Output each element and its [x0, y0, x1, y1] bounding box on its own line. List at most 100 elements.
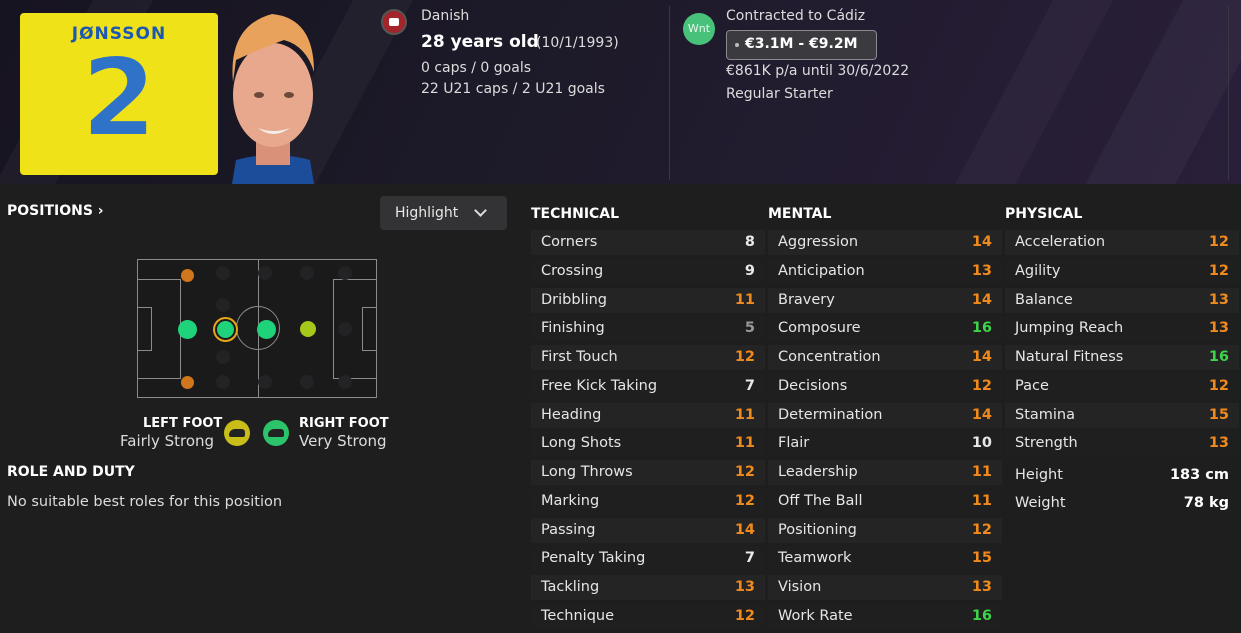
- attribute-name: Decisions: [778, 377, 848, 394]
- technical-attribute-row[interactable]: Heading 11: [531, 402, 765, 428]
- attribute-name: Tackling: [541, 579, 600, 595]
- physical-attribute-row[interactable]: Strength 13: [1005, 431, 1239, 457]
- technical-attribute-row[interactable]: Penalty Taking 7: [531, 546, 765, 572]
- technical-attribute-row[interactable]: Marking 12: [531, 488, 765, 514]
- position-mc[interactable]: [300, 321, 316, 337]
- attribute-value: 11: [971, 464, 992, 480]
- mental-attribute-row[interactable]: Off The Ball 11: [768, 488, 1002, 514]
- mental-attribute-row[interactable]: Flair 10: [768, 431, 1002, 457]
- value-range-tag[interactable]: €3.1M - €9.2M: [726, 30, 877, 60]
- mental-attribute-row[interactable]: Concentration 14: [768, 345, 1002, 370]
- mental-attribute-row[interactable]: Composure 16: [768, 316, 1002, 342]
- physical-attribute-row[interactable]: Agility 12: [1005, 258, 1239, 284]
- technical-attribute-row[interactable]: Dribbling 11: [531, 287, 765, 313]
- attribute-name: Long Shots: [541, 435, 622, 452]
- attribute-value: 13: [1208, 291, 1229, 308]
- attribute-value: 13: [971, 579, 992, 595]
- attribute-value: 13: [734, 579, 755, 595]
- physical-attribute-row[interactable]: Acceleration 12: [1005, 230, 1239, 255]
- technical-attribute-row[interactable]: Passing 14: [531, 517, 765, 543]
- mental-attribute-row[interactable]: Vision 13: [768, 575, 1002, 600]
- mental-attribute-row[interactable]: Positioning 12: [768, 517, 1002, 543]
- header-divider-right: [1228, 6, 1229, 180]
- attribute-name: Acceleration: [1015, 234, 1106, 250]
- u21-caps-goals: 22 U21 caps / 2 U21 goals: [421, 81, 605, 97]
- attribute-value: 14: [971, 291, 992, 308]
- position-dm[interactable]: [257, 320, 276, 339]
- mental-attribute-row[interactable]: Decisions 12: [768, 373, 1002, 399]
- technical-attribute-row[interactable]: Corners 8: [531, 230, 765, 255]
- attribute-value: 12: [734, 464, 755, 480]
- weight-row: Weight 78 kg: [1005, 491, 1239, 516]
- attribute-value: 12: [971, 521, 992, 538]
- weight-value: 78 kg: [1183, 495, 1229, 511]
- denmark-flag-icon: [381, 9, 407, 35]
- squad-status: Regular Starter: [726, 86, 833, 102]
- mental-attribute-row[interactable]: Anticipation 13: [768, 258, 1002, 284]
- physical-attribute-row[interactable]: Jumping Reach 13: [1005, 316, 1239, 342]
- positions-title[interactable]: POSITIONS ›: [7, 203, 104, 219]
- attribute-value: 14: [971, 406, 992, 423]
- attribute-value: 11: [734, 291, 755, 308]
- mental-attribute-row[interactable]: Bravery 14: [768, 287, 1002, 313]
- weight-label: Weight: [1015, 495, 1066, 511]
- position-dc-selected[interactable]: [213, 317, 238, 342]
- right-foot-value: Very Strong: [299, 432, 387, 450]
- attribute-name: Off The Ball: [778, 492, 863, 509]
- attribute-name: Vision: [778, 579, 822, 595]
- nationality: Danish: [421, 8, 470, 24]
- technical-attribute-row[interactable]: Tackling 13: [531, 575, 765, 600]
- player-photo: [232, 14, 314, 184]
- attribute-value: 15: [1208, 406, 1229, 423]
- attribute-value: 12: [1208, 234, 1229, 250]
- attribute-name: Strength: [1015, 435, 1078, 452]
- mental-attribute-row[interactable]: Work Rate 16: [768, 603, 1002, 629]
- attribute-value: 12: [734, 349, 755, 365]
- attribute-value: 14: [971, 349, 992, 365]
- attribute-value: 7: [744, 550, 755, 567]
- attribute-value: 13: [1208, 435, 1229, 452]
- wanted-badge[interactable]: Wnt: [683, 13, 715, 45]
- player-header: JØNSSON 2 Danish 28 years old (10/1/1993…: [0, 0, 1241, 184]
- attribute-name: Crossing: [541, 262, 604, 279]
- attribute-name: Aggression: [778, 234, 859, 250]
- technical-attribute-row[interactable]: Long Shots 11: [531, 431, 765, 457]
- physical-attribute-row[interactable]: Balance 13: [1005, 287, 1239, 313]
- left-foot-icon: [224, 420, 250, 446]
- attribute-name: Natural Fitness: [1015, 349, 1124, 365]
- highlight-dropdown[interactable]: Highlight: [380, 196, 507, 230]
- mental-attribute-row[interactable]: Determination 14: [768, 402, 1002, 428]
- technical-attribute-row[interactable]: Technique 12: [531, 603, 765, 629]
- mental-attribute-row[interactable]: Aggression 14: [768, 230, 1002, 255]
- attribute-name: Dribbling: [541, 291, 608, 308]
- physical-attribute-row[interactable]: Stamina 15: [1005, 402, 1239, 428]
- position-dr[interactable]: [181, 376, 194, 389]
- mental-attribute-row[interactable]: Leadership 11: [768, 460, 1002, 485]
- attribute-value: 12: [734, 607, 755, 624]
- right-foot-icon: [263, 420, 289, 446]
- left-foot-label: LEFT FOOT: [143, 416, 223, 431]
- attribute-name: Corners: [541, 234, 598, 250]
- technical-attribute-row[interactable]: Free Kick Taking 7: [531, 373, 765, 399]
- technical-attribute-row[interactable]: Crossing 9: [531, 258, 765, 284]
- mental-attribute-row[interactable]: Teamwork 15: [768, 546, 1002, 572]
- technical-attribute-row[interactable]: First Touch 12: [531, 345, 765, 370]
- position-sweeper[interactable]: [178, 320, 197, 339]
- attribute-value: 14: [734, 521, 755, 538]
- physical-attribute-row[interactable]: Pace 12: [1005, 373, 1239, 399]
- technical-title: TECHNICAL: [531, 206, 620, 222]
- position-dl[interactable]: [181, 269, 194, 282]
- attribute-value: 9: [744, 262, 755, 279]
- attribute-name: Anticipation: [778, 262, 865, 279]
- attribute-value: 14: [971, 234, 992, 250]
- attribute-value: 12: [1208, 377, 1229, 394]
- attribute-value: 13: [1208, 320, 1229, 337]
- positions-pitch: [137, 259, 377, 398]
- physical-attribute-row[interactable]: Natural Fitness 16: [1005, 345, 1239, 370]
- attribute-name: Technique: [541, 607, 615, 624]
- technical-attribute-row[interactable]: Finishing 5: [531, 316, 765, 342]
- header-divider: [669, 6, 670, 180]
- attribute-value: 11: [971, 492, 992, 509]
- attribute-name: Long Throws: [541, 464, 633, 480]
- technical-attribute-row[interactable]: Long Throws 12: [531, 460, 765, 485]
